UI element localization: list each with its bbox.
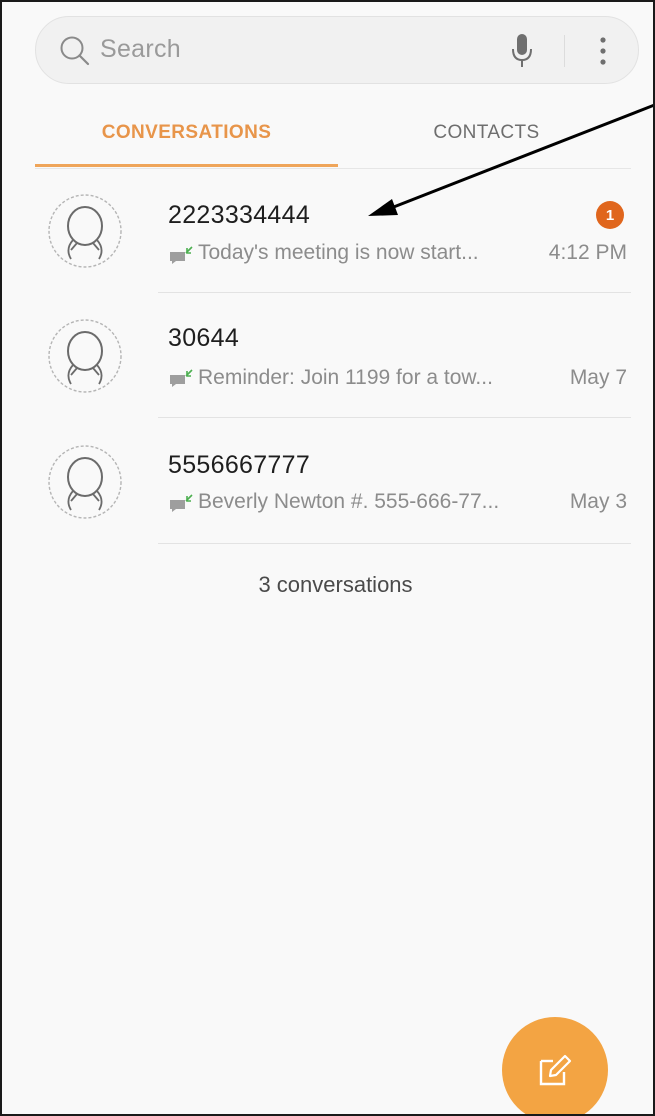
conversation-row[interactable]: 30644 Reminder: Join 1199 for a tow... M… [2,292,653,418]
conversation-time: 4:12 PM [548,241,627,264]
person-avatar-icon [48,445,122,519]
conversation-row[interactable]: 2223334444 1 Today's meeting is now star… [2,169,653,295]
message-icon [170,246,193,264]
unread-badge: 1 [596,201,624,229]
tab-bar: CONVERSATIONS CONTACTS [35,98,635,168]
message-icon [170,494,193,512]
conversation-count: 3 conversations [258,572,413,597]
conversation-time: May 3 [569,490,627,513]
conversation-snippet: Beverly Newton #. 555-666-77... [198,490,500,513]
conversation-row[interactable]: 5556667777 Beverly Newton #. 555-666-77.… [2,417,653,543]
compose-button[interactable] [502,1017,608,1114]
person-avatar-icon [48,319,122,393]
tab-contacts[interactable]: CONTACTS [338,98,635,168]
conversation-snippet: Reminder: Join 1199 for a tow... [198,366,493,389]
compose-icon [539,1054,572,1086]
active-tab-indicator [35,164,338,167]
message-icon [170,369,193,387]
conversation-sender: 2223334444 [168,201,311,229]
tab-conversations[interactable]: CONVERSATIONS [35,98,338,168]
conversation-time: May 7 [569,366,627,389]
conversation-sender: 5556667777 [168,451,311,479]
row-divider [158,543,631,544]
conversation-snippet: Today's meeting is now start... [198,241,479,264]
search-bar[interactable]: Search [35,16,639,84]
search-placeholder: Search [100,35,182,63]
search-icon [60,36,90,66]
microphone-icon[interactable] [508,31,536,71]
search-bar-divider [564,35,565,67]
person-avatar-icon [48,194,122,268]
more-vertical-icon[interactable] [593,33,613,69]
messages-screen: Search CONVERSATIONS CONTACTS 2223334444… [0,0,655,1116]
conversation-sender: 30644 [168,324,240,352]
